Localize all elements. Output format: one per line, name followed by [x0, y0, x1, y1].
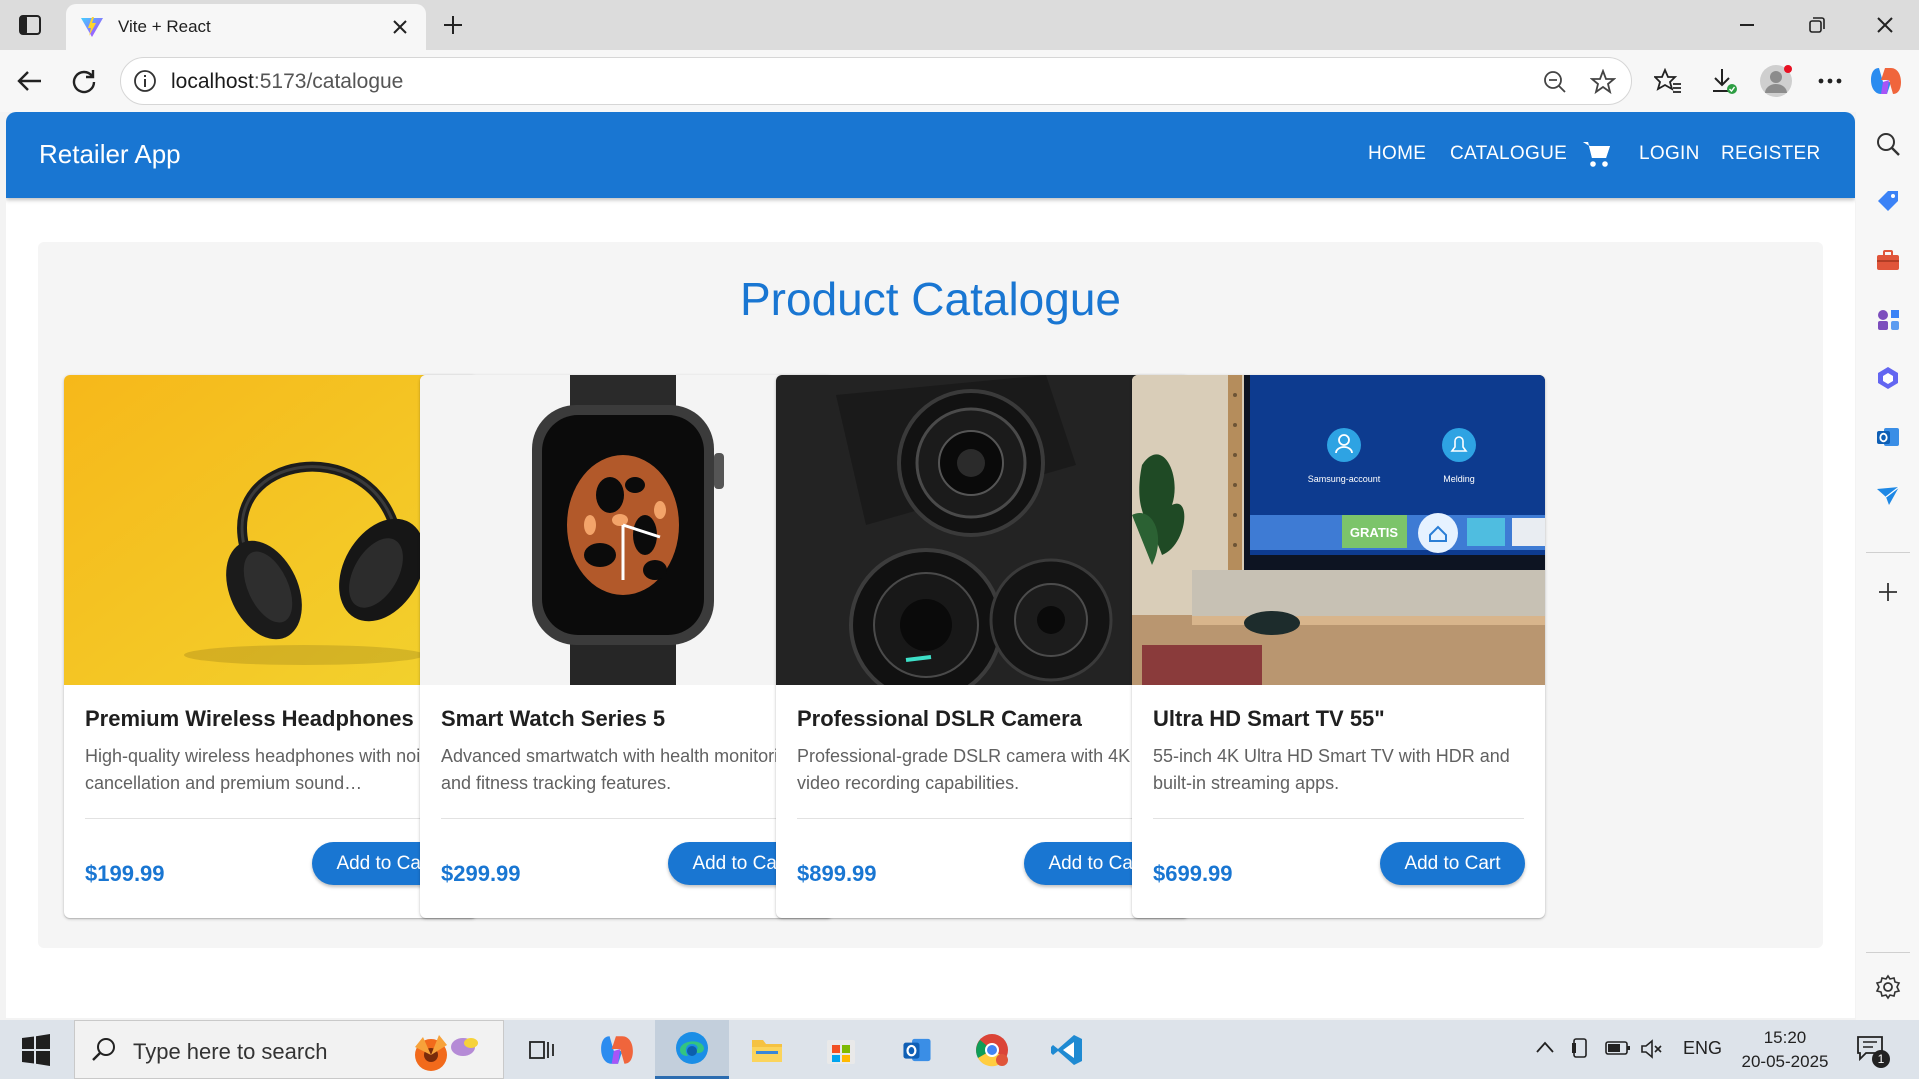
product-description: Advanced smartwatch with health monitori… [441, 746, 799, 793]
product-description: Professional-grade DSLR camera with 4K v… [797, 746, 1131, 793]
product-card: Samsung-account Melding GRATIS Ultra HD … [1132, 375, 1545, 918]
search-icon [92, 1038, 115, 1061]
tab-close-icon[interactable] [388, 15, 412, 39]
windows-start-icon[interactable] [14, 1034, 56, 1066]
catalogue-panel: Product Catalogue Premium Wireless Headp… [38, 242, 1823, 948]
product-image-smartwatch [420, 375, 833, 685]
product-price: $899.99 [797, 861, 877, 886]
tab-title: Vite + React [118, 17, 211, 36]
tv-notification-label: Melding [1443, 474, 1475, 484]
microsoft-365-icon[interactable] [1875, 365, 1901, 391]
browser-tab[interactable]: Vite + React [66, 4, 426, 50]
product-name: Ultra HD Smart TV 55" [1153, 706, 1385, 731]
product-price: $699.99 [1153, 861, 1233, 886]
battery-icon[interactable] [1605, 1040, 1631, 1056]
vscode-icon[interactable] [1030, 1020, 1104, 1079]
more-options-icon[interactable] [1810, 62, 1850, 100]
notification-center-icon[interactable]: 1 [1856, 1034, 1890, 1068]
add-to-cart-button[interactable]: Add to Cart [1380, 842, 1525, 885]
favorite-star-icon[interactable] [1589, 68, 1617, 96]
games-icon[interactable] [1875, 306, 1901, 332]
page-title: Product Catalogue [739, 273, 1122, 325]
app-header: Retailer App HOME CATALOGUE LOGIN REGIST… [6, 112, 1855, 198]
volume-muted-icon[interactable] [1640, 1038, 1664, 1060]
copilot-icon[interactable] [1866, 62, 1906, 100]
product-description: 55-inch 4K Ultra HD Smart TV with HDR an… [1153, 746, 1510, 793]
product-image-camera [776, 375, 1189, 685]
card-divider [1153, 818, 1524, 819]
product-price: $199.99 [85, 861, 165, 886]
minimize-icon[interactable] [1712, 0, 1782, 50]
nav-register[interactable]: REGISTER [1721, 143, 1821, 165]
new-tab-icon[interactable] [436, 8, 470, 42]
restore-icon[interactable] [1782, 0, 1852, 50]
back-icon[interactable] [10, 62, 50, 100]
tv-promo-label: GRATIS [1350, 525, 1398, 540]
notification-count-badge: 1 [1872, 1050, 1890, 1068]
product-name: Premium Wireless Headphones [85, 706, 414, 731]
tv-account-label: Samsung-account [1308, 474, 1381, 484]
file-explorer-icon[interactable] [730, 1020, 804, 1079]
vite-favicon-icon [81, 17, 103, 37]
windows-taskbar: Type here to search ENG 15:20 20-05-2025… [0, 1020, 1919, 1079]
favorites-icon[interactable] [1648, 62, 1688, 100]
taskbar-search-placeholder: Type here to search [133, 1039, 328, 1064]
task-view-icon[interactable] [506, 1020, 580, 1079]
nav-catalogue[interactable]: CATALOGUE [1450, 143, 1567, 165]
clock-date: 20-05-2025 [1741, 1052, 1829, 1071]
microsoft-store-icon[interactable] [804, 1020, 878, 1079]
downloads-icon[interactable] [1704, 62, 1744, 100]
product-description: High-quality wireless headphones with no… [85, 746, 440, 793]
page-viewport: Retailer App HOME CATALOGUE LOGIN REGIST… [6, 112, 1855, 1018]
tools-icon[interactable] [1875, 247, 1901, 273]
taskbar-search-box[interactable]: Type here to search [74, 1020, 504, 1079]
close-window-icon[interactable] [1850, 0, 1919, 50]
url-path: :5173/catalogue [253, 70, 404, 93]
sidebar-divider [1866, 952, 1910, 953]
product-card: Smart Watch Series 5 Advanced smartwatch… [420, 375, 833, 918]
search-icon[interactable] [1875, 131, 1901, 157]
tab-actions-icon[interactable] [12, 10, 48, 40]
card-divider [797, 818, 1168, 819]
product-card: Professional DSLR Camera Professional-gr… [776, 375, 1189, 918]
site-info-icon[interactable] [133, 69, 157, 93]
device-icon[interactable] [1570, 1037, 1592, 1061]
browser-tab-strip: Vite + React [0, 0, 1919, 50]
url-host: localhost [171, 70, 254, 93]
url-text: localhost:5173/catalogue [171, 70, 403, 94]
product-name: Smart Watch Series 5 [441, 706, 666, 731]
add-icon[interactable] [1875, 579, 1901, 605]
edge-browser-icon[interactable] [655, 1020, 729, 1079]
address-bar[interactable]: localhost:5173/catalogue [120, 57, 1632, 105]
clock-time: 15:20 [1763, 1028, 1807, 1047]
settings-gear-icon[interactable] [1875, 974, 1901, 1000]
product-card: Premium Wireless Headphones High-quality… [64, 375, 477, 918]
outlook-taskbar-icon[interactable] [880, 1020, 954, 1079]
nav-home[interactable]: HOME [1368, 143, 1426, 165]
sidebar-divider [1866, 552, 1910, 553]
nav-login[interactable]: LOGIN [1639, 143, 1700, 165]
card-divider [85, 818, 456, 819]
language-indicator[interactable]: ENG [1683, 1038, 1722, 1059]
brand-title[interactable]: Retailer App [39, 139, 181, 170]
shopping-tag-icon[interactable] [1875, 188, 1901, 214]
outlook-icon[interactable] [1875, 424, 1901, 450]
card-divider [441, 818, 812, 819]
send-icon[interactable] [1875, 483, 1901, 509]
refresh-icon[interactable] [64, 62, 104, 100]
product-image-smart-tv: Samsung-account Melding GRATIS [1132, 375, 1545, 685]
shopping-cart-icon[interactable] [1581, 138, 1613, 170]
taskbar-clock[interactable]: 15:20 20-05-2025 [1730, 1026, 1840, 1074]
search-highlight-flower-icon [415, 1035, 478, 1071]
profile-avatar[interactable] [1756, 62, 1796, 100]
product-price: $299.99 [441, 861, 521, 886]
chrome-icon[interactable] [955, 1020, 1029, 1079]
edge-sidebar [1856, 112, 1919, 1020]
zoom-out-icon[interactable] [1541, 68, 1569, 96]
product-name: Professional DSLR Camera [797, 706, 1082, 731]
copilot-taskbar-icon[interactable] [580, 1020, 654, 1079]
product-image-headphones [64, 375, 477, 685]
chevron-up-icon[interactable] [1535, 1040, 1555, 1054]
